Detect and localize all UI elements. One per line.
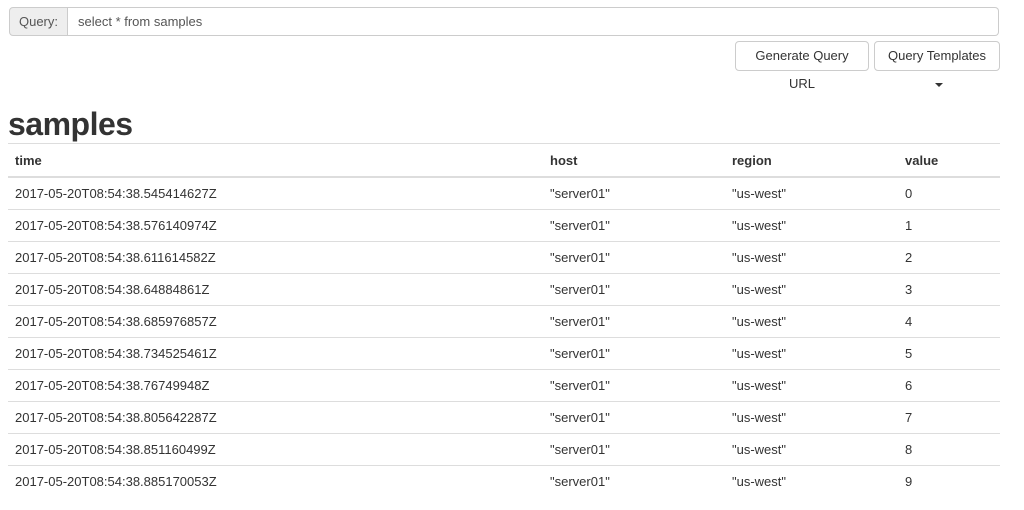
- column-header-host: host: [543, 143, 725, 178]
- cell-host: "server01": [543, 337, 725, 370]
- series-title: samples: [8, 106, 133, 142]
- cell-region: "us-west": [725, 369, 898, 402]
- caret-down-icon: [934, 82, 943, 87]
- cell-region: "us-west": [725, 433, 898, 466]
- cell-value: 2: [898, 241, 1000, 274]
- table-row: 2017-05-20T08:54:38.685976857Z "server01…: [8, 305, 1000, 338]
- cell-time: 2017-05-20T08:54:38.64884861Z: [8, 273, 543, 306]
- cell-time: 2017-05-20T08:54:38.576140974Z: [8, 209, 543, 242]
- cell-time: 2017-05-20T08:54:38.851160499Z: [8, 433, 543, 466]
- cell-region: "us-west": [725, 209, 898, 242]
- cell-time: 2017-05-20T08:54:38.885170053Z: [8, 465, 543, 497]
- table-header-row: time host region value: [8, 143, 1000, 178]
- query-templates-label: Query Templates: [887, 48, 987, 63]
- column-header-region: region: [725, 143, 898, 178]
- cell-region: "us-west": [725, 241, 898, 274]
- generate-query-url-label: Generate Query URL: [755, 48, 849, 91]
- cell-host: "server01": [543, 241, 725, 274]
- table-row: 2017-05-20T08:54:38.76749948Z "server01"…: [8, 369, 1000, 402]
- cell-region: "us-west": [725, 401, 898, 434]
- results-table: time host region value 2017-05-20T08:54:…: [8, 143, 1000, 497]
- cell-host: "server01": [543, 305, 725, 338]
- cell-region: "us-west": [725, 465, 898, 497]
- cell-region: "us-west": [725, 337, 898, 370]
- cell-host: "server01": [543, 176, 725, 210]
- cell-region: "us-west": [725, 305, 898, 338]
- cell-time: 2017-05-20T08:54:38.805642287Z: [8, 401, 543, 434]
- cell-host: "server01": [543, 209, 725, 242]
- cell-value: 7: [898, 401, 1000, 434]
- cell-host: "server01": [543, 401, 725, 434]
- cell-host: "server01": [543, 433, 725, 466]
- query-templates-button[interactable]: Query Templates: [874, 41, 1000, 87]
- cell-time: 2017-05-20T08:54:38.734525461Z: [8, 337, 543, 370]
- cell-value: 9: [898, 465, 1000, 497]
- column-header-value: value: [898, 143, 1000, 178]
- column-header-time: time: [8, 143, 543, 178]
- query-bar: Query:: [9, 7, 999, 36]
- table-row: 2017-05-20T08:54:38.851160499Z "server01…: [8, 433, 1000, 466]
- generate-query-url-button[interactable]: Generate Query URL: [735, 41, 869, 91]
- table-row: 2017-05-20T08:54:38.885170053Z "server01…: [8, 465, 1000, 497]
- query-label: Query:: [9, 7, 68, 36]
- cell-value: 8: [898, 433, 1000, 466]
- table-row: 2017-05-20T08:54:38.64884861Z "server01"…: [8, 273, 1000, 306]
- cell-host: "server01": [543, 465, 725, 497]
- cell-time: 2017-05-20T08:54:38.611614582Z: [8, 241, 543, 274]
- table-row: 2017-05-20T08:54:38.734525461Z "server01…: [8, 337, 1000, 370]
- table-row: 2017-05-20T08:54:38.611614582Z "server01…: [8, 241, 1000, 274]
- query-input[interactable]: [68, 7, 999, 36]
- cell-host: "server01": [543, 273, 725, 306]
- cell-value: 3: [898, 273, 1000, 306]
- cell-region: "us-west": [725, 273, 898, 306]
- table-row: 2017-05-20T08:54:38.576140974Z "server01…: [8, 209, 1000, 242]
- cell-time: 2017-05-20T08:54:38.685976857Z: [8, 305, 543, 338]
- cell-value: 5: [898, 337, 1000, 370]
- table-row: 2017-05-20T08:54:38.545414627Z "server01…: [8, 176, 1000, 210]
- cell-value: 4: [898, 305, 1000, 338]
- cell-time: 2017-05-20T08:54:38.545414627Z: [8, 176, 543, 210]
- cell-time: 2017-05-20T08:54:38.76749948Z: [8, 369, 543, 402]
- cell-value: 6: [898, 369, 1000, 402]
- cell-host: "server01": [543, 369, 725, 402]
- cell-value: 0: [898, 176, 1000, 210]
- table-row: 2017-05-20T08:54:38.805642287Z "server01…: [8, 401, 1000, 434]
- cell-region: "us-west": [725, 176, 898, 210]
- cell-value: 1: [898, 209, 1000, 242]
